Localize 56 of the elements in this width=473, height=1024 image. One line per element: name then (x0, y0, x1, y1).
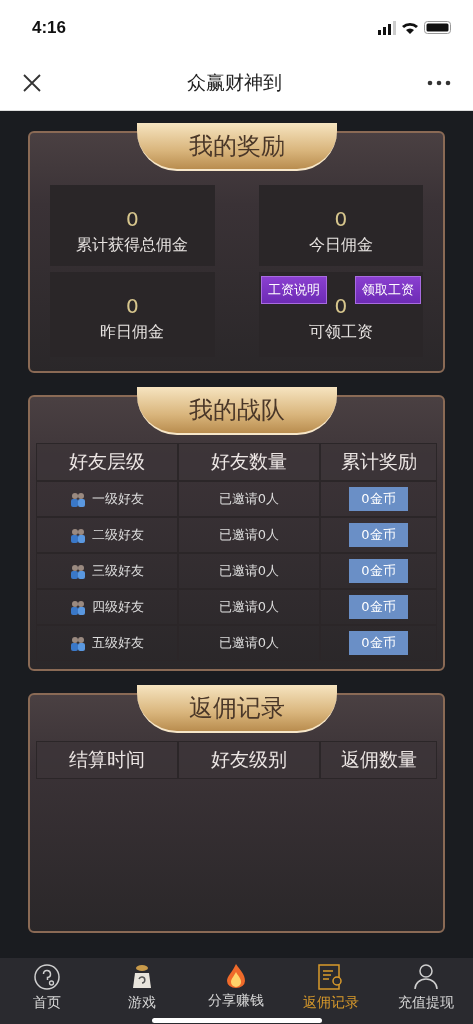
card-title: 返佣记录 (136, 685, 337, 733)
column-header: 好友层级 (36, 443, 178, 481)
table-cell: 三级好友 (92, 562, 144, 580)
tab-item[interactable]: 返佣记录 (283, 958, 379, 1024)
table-cell: 已邀请0人 (218, 634, 280, 652)
help-icon (34, 964, 61, 990)
table-cell: 一级好友 (92, 490, 144, 508)
table-cell: 已邀请0人 (218, 562, 280, 580)
close-icon[interactable] (22, 72, 42, 93)
coin-badge: 0金币 (349, 487, 408, 511)
stat-value: 0 (334, 207, 348, 231)
stat-label: 累计获得总佣金 (76, 235, 189, 256)
column-header: 累计奖励 (320, 443, 437, 481)
salary-button[interactable]: 领取工资 (355, 276, 421, 304)
tab-item[interactable]: 首页 (0, 958, 95, 1024)
friends-icon (70, 491, 86, 507)
tab-item[interactable]: 游戏 (94, 958, 190, 1024)
signal-icon (378, 20, 396, 35)
friends-icon (70, 563, 86, 579)
friends-icon (70, 527, 86, 543)
table-cell: 二级好友 (92, 526, 144, 544)
status-time: 4:16 (32, 17, 67, 38)
friends-icon (70, 599, 86, 615)
stat-value: 0 (125, 207, 139, 231)
stat-value: 0 (334, 294, 348, 318)
table-cell: 已邀请0人 (218, 526, 280, 544)
stat-label: 今日佣金 (308, 235, 373, 256)
column-header: 好友级别 (178, 741, 320, 779)
money-bag-icon (131, 964, 152, 990)
table-cell: 已邀请0人 (218, 490, 280, 508)
coin-badge: 0金币 (349, 631, 408, 655)
card-title: 我的奖励 (136, 123, 337, 171)
column-header: 返佣数量 (320, 741, 437, 779)
column-header: 好友数量 (178, 443, 320, 481)
friends-icon (70, 635, 86, 651)
battery-icon (424, 21, 451, 34)
stat-label: 昨日佣金 (100, 322, 165, 343)
stat-label: 可领工资 (308, 322, 373, 343)
user-icon (413, 964, 438, 990)
table-cell: 四级好友 (92, 598, 144, 616)
wifi-icon (402, 21, 418, 34)
stat-value: 0 (125, 294, 139, 318)
certificate-icon (318, 964, 345, 990)
page-title: 众赢财神到 (187, 69, 282, 95)
column-header: 结算时间 (36, 741, 178, 779)
salary-button[interactable]: 工资说明 (260, 276, 327, 304)
coin-badge: 0金币 (349, 523, 408, 547)
table-cell: 已邀请0人 (218, 598, 280, 616)
table-cell: 五级好友 (92, 634, 144, 652)
coin-badge: 0金币 (349, 559, 408, 583)
tab-item[interactable]: 分享赚钱 (189, 958, 284, 1024)
flame-icon (226, 964, 247, 988)
tab-item[interactable]: 充值提现 (378, 958, 473, 1024)
more-icon[interactable] (427, 79, 451, 86)
card-title: 我的战队 (136, 387, 337, 435)
coin-badge: 0金币 (349, 595, 408, 619)
